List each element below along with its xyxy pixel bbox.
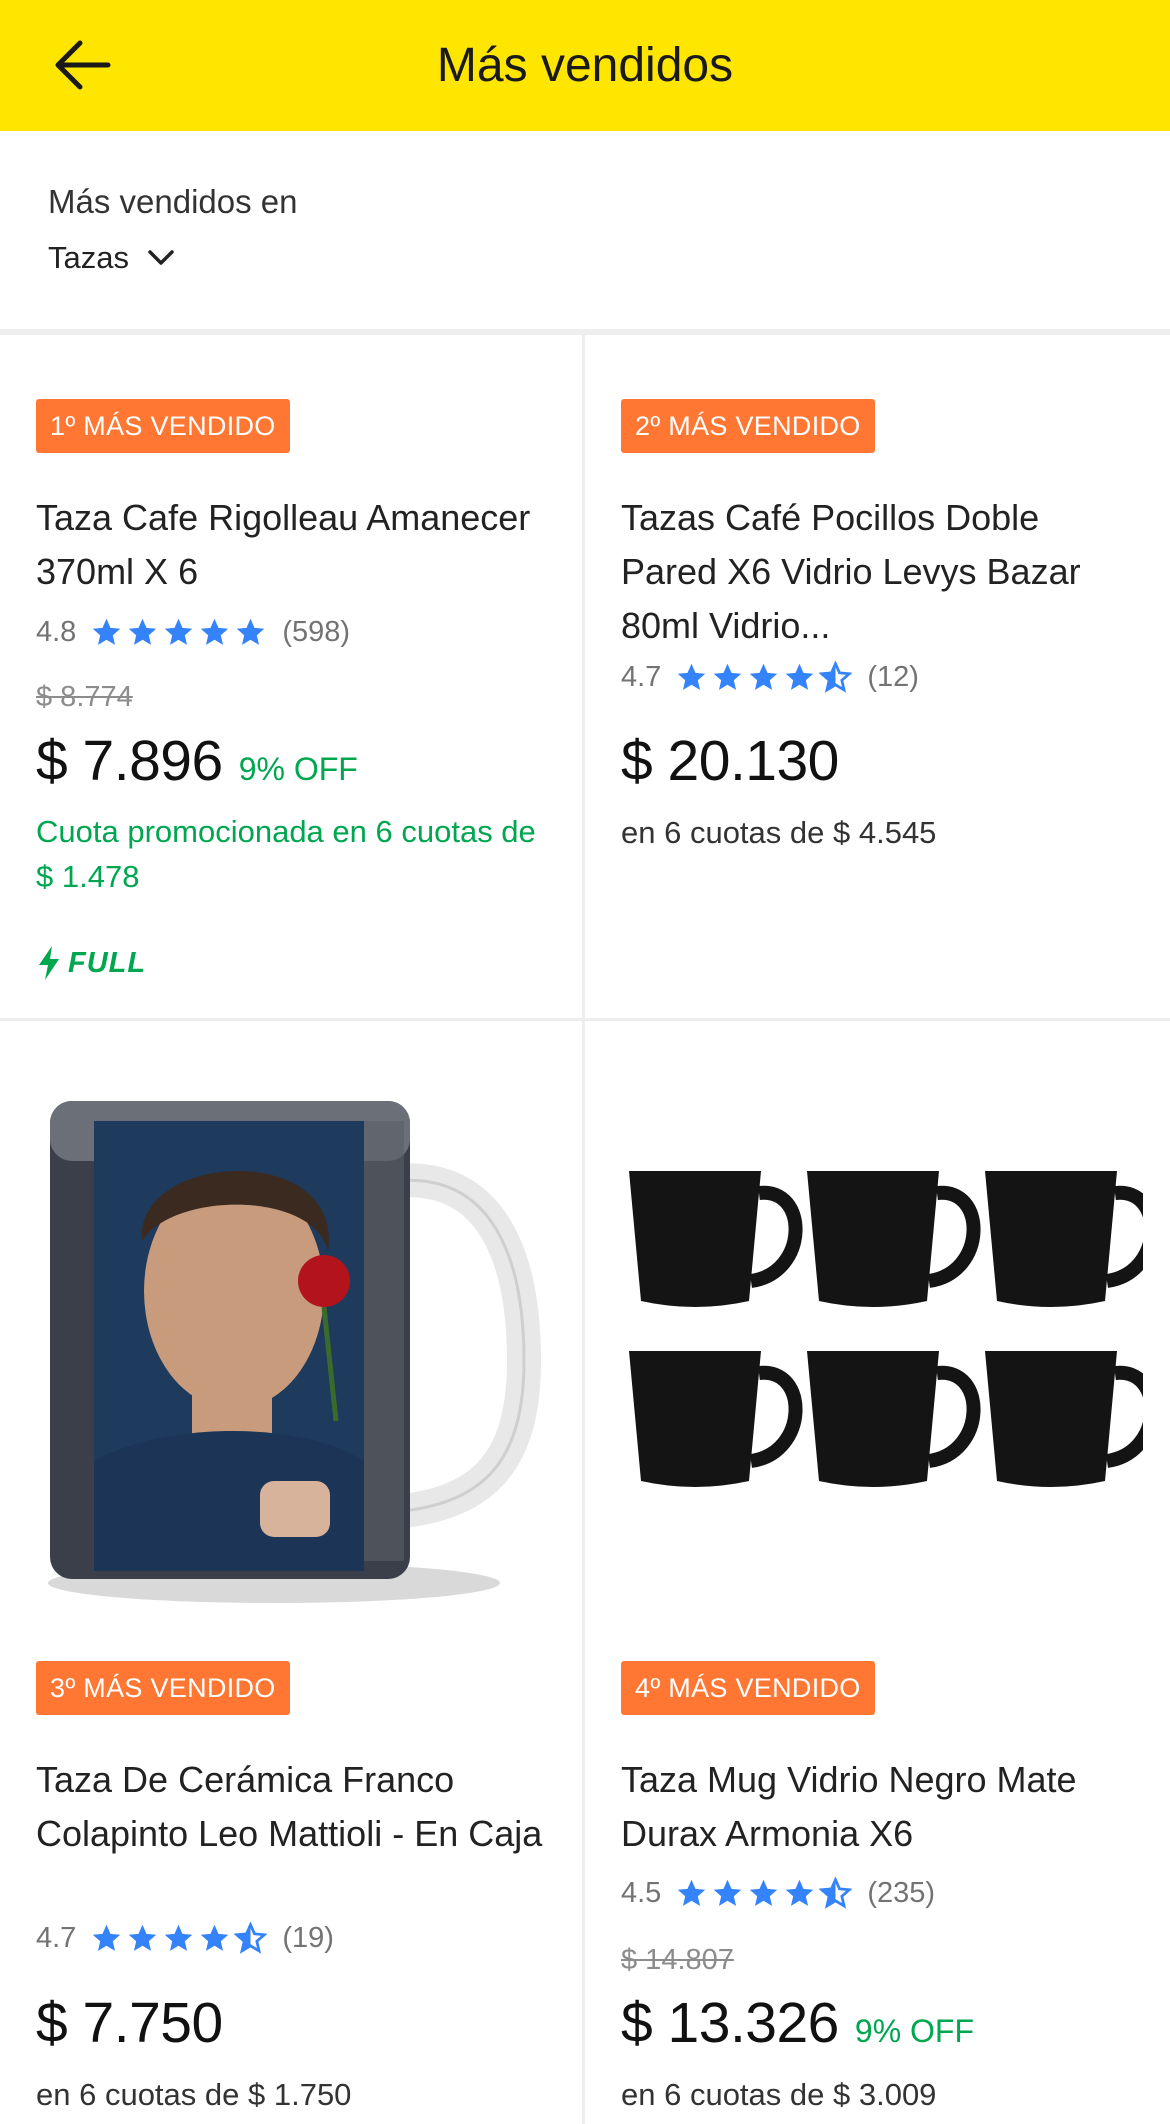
star-full-icon [201,618,229,645]
star-full-icon [129,618,157,645]
current-price: $ 7.750 [36,1991,223,2055]
full-label: FULL [68,946,147,979]
product-rating: 4.7 (12) [621,657,919,697]
arrow-left-icon [55,40,111,90]
rating-value: 4.7 [621,660,662,693]
discount-label: 9% OFF [238,751,358,787]
rating-stars [90,616,270,649]
price-row: $ 7.896 9% OFF [36,728,358,794]
star-full-icon [93,618,121,645]
review-count: (19) [282,1921,334,1954]
star-full-icon [714,663,742,690]
rating-stars [90,1921,270,1955]
price-row: $ 7.750 [36,1990,223,2056]
star-full-icon [237,618,265,645]
star-half-icon [819,660,853,693]
category-selected: Tazas [48,240,129,275]
product-title: Taza De Cerámica Franco Colapinto Leo Ma… [36,1759,543,1854]
rating-value: 4.8 [36,615,77,648]
current-price: $ 7.896 [36,729,223,793]
review-count: (598) [282,615,351,648]
star-full-icon [750,663,778,690]
product-rating: 4.7 (19) [36,1918,334,1958]
product-title: Tazas Café Pocillos Doble Pared X6 Vidri… [621,497,1081,646]
star-full-icon [201,1924,229,1951]
star-full-icon [165,618,193,645]
star-full-icon [165,1924,193,1951]
product-image [48,1101,542,1603]
review-count: (235) [867,1876,936,1909]
current-price: $ 20.130 [621,729,839,793]
category-dropdown[interactable]: Tazas [48,235,175,281]
product-title: Taza Mug Vidrio Negro Mate Durax Armonia… [621,1759,1077,1854]
category-filter: Más vendidos en Tazas [0,131,1170,329]
original-price: $ 14.807 [621,1944,734,1976]
installments-info: en 6 cuotas de $ 1.750 [36,2077,352,2112]
product-card[interactable]: 1º MÁS VENDIDO Taza Cafe Rigolleau Amane… [0,335,582,1018]
star-full-icon [129,1924,157,1951]
star-full-icon [750,1879,778,1906]
product-card[interactable]: 3º MÁS VENDIDO Taza De Cerámica Franco C… [0,1021,582,2124]
chevron-down-icon [148,250,174,265]
price-row: $ 13.326 9% OFF [621,1990,974,2056]
price-row: $ 20.130 [621,728,839,794]
star-full-icon [678,1879,706,1906]
best-seller-badge: 1º MÁS VENDIDO [36,399,290,453]
star-full-icon [786,663,814,690]
star-full-icon [678,663,706,690]
rating-value: 4.5 [621,1876,662,1909]
star-full-icon [786,1879,814,1906]
installments-info: Cuota promocionada en 6 cuotas de $ 1.47… [36,814,536,894]
filter-label: Más vendidos en [48,183,298,220]
current-price: $ 13.326 [621,1991,839,2055]
top-app-bar: Más vendidos [0,0,1170,131]
review-count: (12) [867,660,919,693]
lightning-icon [39,946,59,980]
best-seller-badge: 2º MÁS VENDIDO [621,399,875,453]
star-half-icon [819,1876,853,1909]
rating-stars [675,1876,855,1910]
back-button[interactable] [50,34,116,96]
original-price: $ 8.774 [36,681,133,713]
rating-stars [675,660,855,694]
product-card[interactable]: 2º MÁS VENDIDO Tazas Café Pocillos Doble… [585,335,1167,1018]
product-card[interactable]: 4º MÁS VENDIDO Taza Mug Vidrio Negro Mat… [585,1021,1167,2124]
discount-label: 9% OFF [854,2013,975,2049]
star-half-icon [234,1921,268,1954]
installments-info: en 6 cuotas de $ 4.545 [621,815,937,850]
best-seller-badge: 3º MÁS VENDIDO [36,1661,290,1715]
star-full-icon [714,1879,742,1906]
page-title: Más vendidos [436,39,734,92]
product-rating: 4.8 (598) [36,612,350,652]
product-image [629,1171,1143,1487]
rating-value: 4.7 [36,1921,77,1954]
full-shipping-tag: FULL [36,945,146,981]
product-title: Taza Cafe Rigolleau Amanecer 370ml X 6 [36,497,531,592]
installments-info: en 6 cuotas de $ 3.009 [621,2077,937,2112]
product-rating: 4.5 (235) [621,1873,935,1913]
best-seller-badge: 4º MÁS VENDIDO [621,1661,875,1715]
star-full-icon [93,1924,121,1951]
